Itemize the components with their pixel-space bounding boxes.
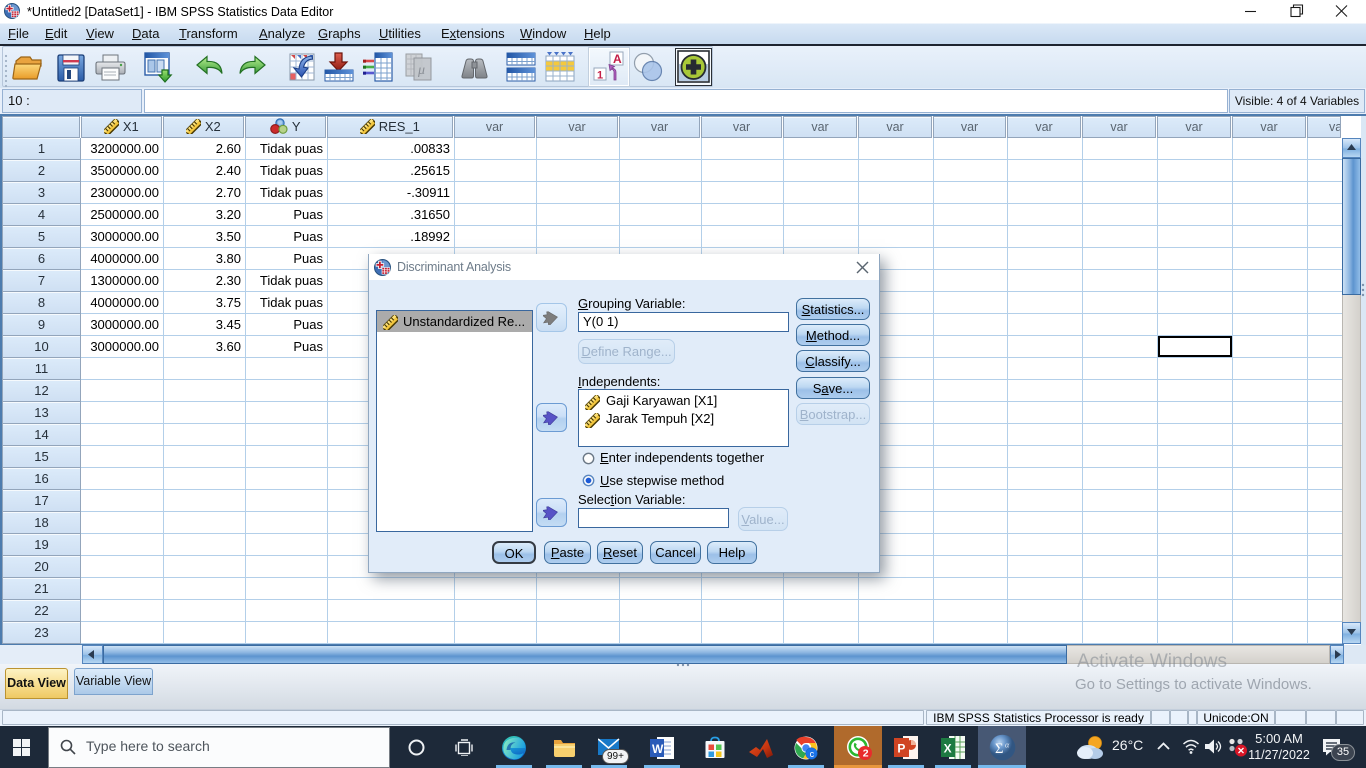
svg-text:c: c bbox=[810, 749, 815, 759]
svg-text:X: X bbox=[944, 742, 952, 756]
svg-text:μ: μ bbox=[417, 63, 425, 78]
svg-text:P: P bbox=[897, 742, 905, 756]
svg-text:Σ: Σ bbox=[995, 741, 1003, 757]
svg-text:2: 2 bbox=[863, 748, 869, 760]
svg-text:W: W bbox=[652, 742, 664, 756]
svg-text:1: 1 bbox=[597, 70, 603, 82]
svg-text:A: A bbox=[613, 52, 622, 66]
